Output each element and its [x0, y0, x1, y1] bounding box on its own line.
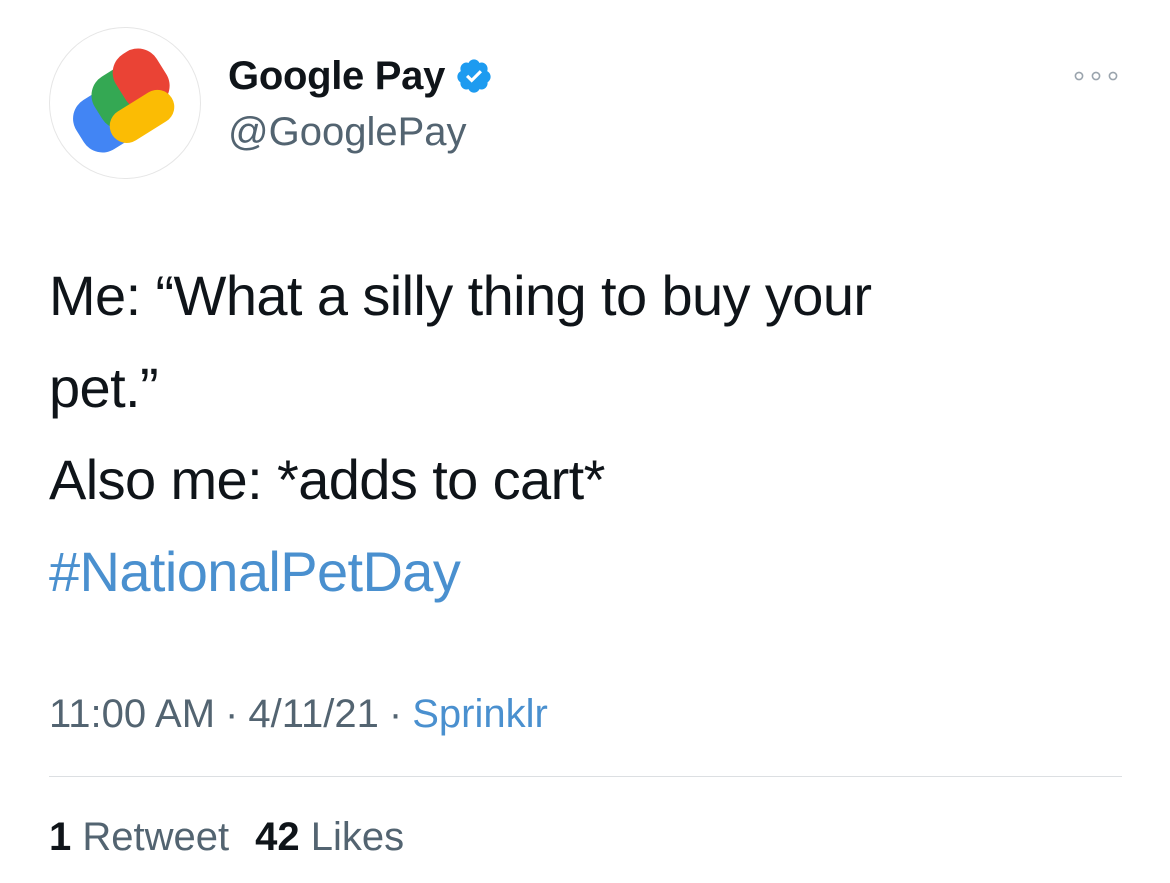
tweet-text-line: Me: “What a silly thing to buy your	[49, 264, 872, 327]
author-name-row: Google Pay	[228, 52, 493, 100]
tweet-stats: 1 Retweet 42 Likes	[49, 813, 404, 861]
tweet-time[interactable]: 11:00 AM	[49, 692, 215, 736]
author-handle[interactable]: @GooglePay	[228, 108, 467, 156]
divider	[49, 776, 1122, 777]
likes-stat[interactable]: 42 Likes	[255, 815, 404, 859]
author-display-name[interactable]: Google Pay	[228, 52, 445, 100]
tweet-meta: 11:00 AM · 4/11/21 · Sprinklr	[49, 690, 548, 738]
meta-separator: ·	[388, 692, 403, 736]
verified-badge-icon	[455, 57, 493, 95]
tweet-card: Google Pay @GooglePay Me: “What a silly …	[0, 0, 1170, 883]
likes-label: Likes	[310, 815, 405, 859]
more-options-button[interactable]	[1068, 60, 1124, 92]
retweets-stat[interactable]: 1 Retweet	[49, 815, 229, 859]
more-options-icon	[1074, 71, 1118, 81]
avatar[interactable]	[49, 27, 201, 179]
tweet-date[interactable]: 4/11/21	[248, 692, 379, 736]
tweet-text-line: Also me: *adds to cart*	[49, 448, 605, 511]
retweets-count: 1	[49, 815, 72, 859]
likes-count: 42	[255, 815, 300, 859]
hashtag-link[interactable]: #NationalPetDay	[49, 526, 1109, 618]
google-pay-logo-icon	[73, 48, 175, 153]
tweet-text-line: pet.”	[49, 356, 159, 419]
meta-separator: ·	[225, 692, 239, 736]
retweets-label: Retweet	[82, 815, 230, 859]
tweet-text: Me: “What a silly thing to buy your pet.…	[49, 250, 1109, 618]
tweet-source-link[interactable]: Sprinklr	[412, 692, 548, 736]
